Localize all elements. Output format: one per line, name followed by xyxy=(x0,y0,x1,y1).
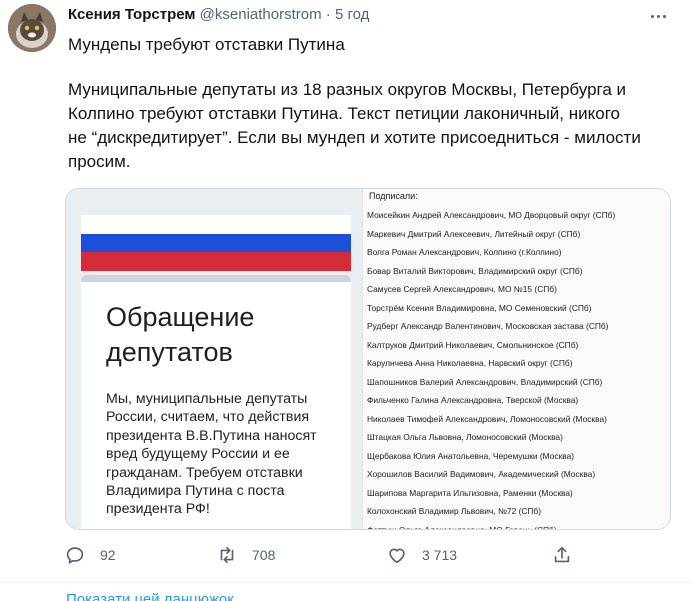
reply-button[interactable]: 92 xyxy=(64,540,116,570)
signature-item: Хорошилов Василий Вадимович, Академическ… xyxy=(367,469,596,479)
like-count: 3 713 xyxy=(422,547,458,563)
signature-item: Бовар Виталий Викторович, Владимирский о… xyxy=(367,265,583,276)
signature-item: Волга Роман Александрович, Колпино (г.Ко… xyxy=(367,247,562,257)
share-button[interactable] xyxy=(551,540,573,570)
signature-item: Торстрём Ксения Владимировна, МО Семенов… xyxy=(367,302,592,313)
signature-item: Щербакова Юлия Анатольевна, Черемушки (М… xyxy=(367,450,575,461)
tweet-body: Муниципальные депутаты из 18 разных окру… xyxy=(68,80,641,171)
petition-document: Обращение депутатов Мы, муниципальные де… xyxy=(81,275,351,529)
tweet-timestamp[interactable]: 5 год xyxy=(335,6,369,23)
tweet-header: Ксения Торстрем @kseniathorstrom · 5 год xyxy=(68,6,369,23)
petition-image-right[interactable]: Подписали: Моисейкин Андрей Александрови… xyxy=(362,189,670,530)
petition-title: Обращение депутатов xyxy=(106,302,255,367)
signature-item: Колохонский Владимир Львович, №72 (СПб) xyxy=(367,506,542,516)
thread-footer: Показати цей ланцюжок xyxy=(0,582,694,601)
more-options-icon[interactable] xyxy=(644,4,672,28)
share-icon xyxy=(554,546,570,563)
author-handle[interactable]: @kseniathorstrom xyxy=(200,6,322,23)
author-name[interactable]: Ксения Торстрем xyxy=(68,6,195,23)
flag-stripe-white xyxy=(81,215,351,234)
reply-count: 92 xyxy=(100,547,116,563)
russian-flag-image xyxy=(81,215,351,272)
signature-item: Карулнчева Анна Николаевна, Нарвский окр… xyxy=(367,358,573,368)
signature-item: Самусев Сергей Александрович, МО №15 (СП… xyxy=(367,284,557,294)
signature-item: Моисейкин Андрей Александрович, МО Дворц… xyxy=(367,210,616,220)
flag-stripe-red xyxy=(81,252,351,272)
signature-item: Штацкая Ольга Львовна, Ломоносовский (Мо… xyxy=(367,432,563,442)
petition-image-left[interactable]: Обращение депутатов Мы, муниципальные де… xyxy=(66,189,362,529)
like-button[interactable]: 3 713 xyxy=(386,540,457,570)
signature-item: Шапошников Валерий Александрович, Владим… xyxy=(367,376,603,387)
signatures-list: Моисейкин Андрей Александрович, МО Дворц… xyxy=(367,206,667,530)
signature-item: Маркевич Дмитрий Алексеевич, Литейный ок… xyxy=(367,228,581,239)
reply-icon xyxy=(66,547,84,564)
heart-icon xyxy=(389,548,405,564)
retweet-count: 708 xyxy=(252,547,276,563)
retweet-button[interactable]: 708 xyxy=(216,540,275,570)
signature-item: Фаттуш Ольга Александровна, МО Гавань (С… xyxy=(367,524,557,530)
media-card[interactable]: Обращение депутатов Мы, муниципальные де… xyxy=(65,188,671,530)
header-separator: · xyxy=(325,6,331,23)
tweet-actions: 92 708 3 713 xyxy=(64,540,624,570)
flag-stripe-blue xyxy=(81,233,351,253)
signature-item: Фильченко Галина Александровна, Тверской… xyxy=(367,395,579,405)
petition-text: Мы, муниципальные депутаты России, счита… xyxy=(106,391,317,518)
signature-item: Николаев Тимофей Александрович, Ломоносо… xyxy=(367,413,607,424)
signatures-heading: Подписали: xyxy=(369,191,418,201)
avatar[interactable] xyxy=(8,4,56,52)
signature-item: Рудберг Александр Валентинович, Московск… xyxy=(367,321,609,331)
retweet-icon xyxy=(220,546,234,564)
signature-item: Калтруков Дмитрий Николаевич, Смольнинск… xyxy=(367,339,579,350)
signature-item: Шарипова Маргарита Ильгизовна, Раменки (… xyxy=(367,487,573,498)
tweet-headline: Мундепы требуют отставки Путина xyxy=(68,35,345,54)
